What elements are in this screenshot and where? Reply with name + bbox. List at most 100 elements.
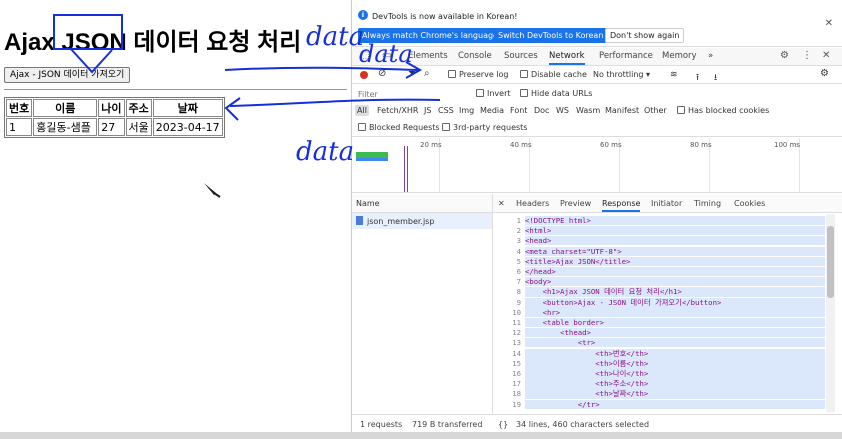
- import-har-icon[interactable]: ⭱: [696, 70, 699, 86]
- checkbox-icon: [520, 70, 528, 78]
- tab-headers[interactable]: Headers: [516, 199, 549, 208]
- code-line: <html>: [525, 226, 825, 236]
- hide-data-urls-checkbox[interactable]: Hide data URLs: [520, 89, 592, 98]
- third-party-checkbox[interactable]: 3rd-party requests: [442, 123, 527, 132]
- checkbox-icon: [476, 89, 484, 97]
- dom-content-loaded-line: [404, 146, 405, 192]
- line-number: 2: [516, 226, 521, 236]
- request-row[interactable]: json_member.jsp: [352, 213, 492, 229]
- member-table: 번호 이름 나이 주소 날짜 1 홍길동-샘플 27 서울 2023-04-17: [4, 97, 225, 138]
- checkbox-icon: [677, 106, 685, 114]
- scrollbar-thumb[interactable]: [827, 226, 834, 298]
- col-header: 나이: [98, 99, 125, 117]
- type-filter-fetch-xhr[interactable]: Fetch/XHR: [377, 106, 418, 115]
- request-detail: ✕ Headers Preview Response Initiator Tim…: [493, 194, 842, 414]
- export-har-icon[interactable]: ⭳: [714, 70, 717, 86]
- settings-gear-icon[interactable]: ⚙: [780, 50, 789, 61]
- network-settings-icon[interactable]: ⚙: [820, 68, 829, 79]
- col-header: 날짜: [152, 99, 223, 117]
- filter-icon[interactable]: ⏷: [408, 68, 416, 79]
- code-line: <th>나이</th>: [525, 369, 825, 379]
- more-tabs-icon[interactable]: »: [708, 51, 713, 61]
- code-line: <th>날짜</th>: [525, 389, 825, 400]
- response-scrollbar[interactable]: [826, 214, 835, 412]
- invert-checkbox[interactable]: Invert: [476, 89, 511, 98]
- line-number: 12: [512, 328, 521, 338]
- tab-timing[interactable]: Timing: [694, 199, 721, 208]
- checkbox-icon: [520, 89, 528, 97]
- close-icon[interactable]: ✕: [825, 18, 833, 29]
- tab-memory[interactable]: Memory: [662, 51, 697, 61]
- disable-cache-label: Disable cache: [531, 70, 587, 79]
- type-filter-css[interactable]: CSS: [438, 106, 454, 115]
- preserve-log-checkbox[interactable]: Preserve log: [448, 70, 509, 79]
- type-filter-wasm[interactable]: Wasm: [576, 106, 600, 115]
- type-filter-all[interactable]: All: [355, 105, 369, 116]
- tab-network[interactable]: Network: [549, 51, 585, 65]
- line-number: 5: [516, 256, 521, 266]
- tab-response[interactable]: Response: [602, 199, 641, 212]
- transferred-size: 719 B transferred: [412, 420, 483, 429]
- close-devtools-icon[interactable]: ✕: [822, 50, 830, 61]
- more-options-icon[interactable]: ⋮: [802, 50, 812, 61]
- code-line: <th>번호</th>: [525, 348, 825, 359]
- has-blocked-cookies-label: Has blocked cookies: [688, 106, 770, 115]
- network-conditions-icon[interactable]: ≋: [670, 70, 678, 80]
- type-filter-img[interactable]: Img: [459, 106, 474, 115]
- col-header: 번호: [6, 99, 33, 117]
- throttling-label: No throttling: [593, 70, 644, 79]
- code-line: <hr>: [525, 307, 825, 317]
- table-cell: 1: [6, 118, 33, 136]
- tab-initiator[interactable]: Initiator: [651, 199, 682, 208]
- blocked-requests-label: Blocked Requests: [369, 123, 440, 132]
- dont-show-again-button[interactable]: Don't show again: [605, 28, 685, 43]
- line-number: 15: [512, 358, 521, 368]
- table-header-row: 번호 이름 나이 주소 날짜: [6, 99, 223, 117]
- tab-performance[interactable]: Performance: [599, 51, 653, 61]
- clear-icon[interactable]: ⊘: [378, 68, 386, 79]
- inspect-element-icon[interactable]: ⬚: [360, 50, 369, 61]
- device-toolbar-icon[interactable]: ▭: [382, 50, 391, 61]
- record-icon[interactable]: [360, 71, 368, 79]
- tab-console[interactable]: Console: [458, 51, 492, 61]
- type-filter-manifest[interactable]: Manifest: [605, 106, 639, 115]
- line-number: 10: [512, 307, 521, 317]
- search-icon[interactable]: ⌕: [424, 68, 430, 79]
- line-number: 7: [516, 277, 521, 287]
- table-cell: 홍길동-샘플: [33, 118, 98, 136]
- blocked-requests-checkbox[interactable]: Blocked Requests: [358, 123, 440, 132]
- language-infobar: i DevTools is now available in Korean! A…: [352, 0, 842, 47]
- throttling-select[interactable]: No throttling ▾: [593, 70, 650, 79]
- fetch-json-button[interactable]: Ajax - JSON 데이터 가져오기: [4, 67, 131, 83]
- code-line: <tr>: [525, 338, 825, 348]
- code-line: </head>: [525, 267, 825, 276]
- name-column-header[interactable]: Name: [352, 194, 492, 213]
- code-line: <body>: [525, 277, 825, 287]
- always-match-language-button[interactable]: Always match Chrome's language: [358, 28, 502, 43]
- disable-cache-checkbox[interactable]: Disable cache: [520, 70, 587, 79]
- tab-elements[interactable]: Elements: [408, 51, 448, 61]
- close-detail-icon[interactable]: ✕: [498, 199, 505, 208]
- taskbar-strip: [0, 432, 842, 439]
- type-filter-other[interactable]: Other: [644, 106, 667, 115]
- document-icon: [356, 216, 363, 225]
- tab-sources[interactable]: Sources: [504, 51, 538, 61]
- tab-preview[interactable]: Preview: [560, 199, 591, 208]
- request-list: Name json_member.jsp: [352, 194, 493, 414]
- has-blocked-cookies-checkbox[interactable]: Has blocked cookies: [677, 106, 769, 115]
- line-number: 1: [516, 216, 521, 225]
- line-number: 13: [512, 338, 521, 348]
- pretty-print-icon[interactable]: {}: [498, 420, 508, 429]
- code-line: <thead>: [525, 328, 825, 338]
- filter-input[interactable]: [356, 87, 466, 101]
- tab-cookies[interactable]: Cookies: [734, 199, 765, 208]
- switch-language-button[interactable]: Switch DevTools to Korean: [494, 28, 608, 43]
- filter-bar: Invert Hide data URLs: [352, 85, 842, 103]
- type-filter-media[interactable]: Media: [480, 106, 504, 115]
- type-filter-js[interactable]: JS: [424, 106, 431, 115]
- type-filter-font[interactable]: Font: [510, 106, 527, 115]
- type-filter-doc[interactable]: Doc: [534, 106, 549, 115]
- code-line: <table border>: [525, 318, 825, 327]
- type-filter-ws[interactable]: WS: [556, 106, 569, 115]
- response-body[interactable]: 1 <!DOCTYPE html> 2 <html> 3 <head> 4 <meta cha…: [493, 214, 833, 414]
